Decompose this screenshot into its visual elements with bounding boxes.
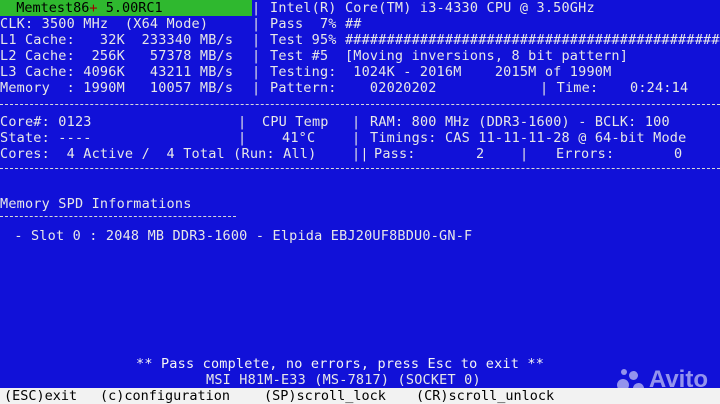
divider <box>0 104 720 105</box>
cpu-temp-label: CPU Temp <box>262 114 329 130</box>
config-key-hint[interactable]: (c)configuration <box>100 388 230 404</box>
core-state: State: ---- <box>0 130 92 146</box>
pass-count: 2 <box>476 146 485 162</box>
column-separator: | <box>352 130 361 146</box>
spd-title-underline <box>0 216 236 217</box>
column-separator: || <box>352 146 369 162</box>
motherboard-info: MSI H81M-E33 (MS-7817) (SOCKET 0) <box>206 372 481 388</box>
clk-line: CLK: 3500 MHz (X64 Mode) <box>0 16 209 32</box>
app-version: 5.00RC1 <box>105 0 163 16</box>
core-number: Core#: 0123 <box>0 114 92 130</box>
key-help-bar: (ESC)exit (c)configuration (SP)scroll_lock… <box>0 388 720 404</box>
scroll-lock-key-hint[interactable]: (SP)scroll_lock <box>264 388 386 404</box>
exit-key-hint[interactable]: (ESC)exit <box>4 388 77 404</box>
time-value: 0:24:14 <box>630 80 689 96</box>
header-separator: | <box>252 0 261 16</box>
ram-info: RAM: 800 MHz (DDR3-1600) - BCLK: 100 <box>370 114 670 130</box>
column-separator: | <box>520 146 529 162</box>
cpu-name: Intel(R) Core(TM) i3-4330 CPU @ 3.50GHz <box>270 0 595 16</box>
test-number: Test #5 [Moving inversions, 8 bit patter… <box>270 48 629 64</box>
column-separator: | <box>238 130 247 146</box>
memtest-screen: Memtest86+ 5.00RC1 | Intel(R) Core(TM) i… <box>0 0 720 404</box>
cores-summary: Cores: 4 Active / 4 Total (Run: All) <box>0 146 317 162</box>
app-brand: Memtest86 <box>16 0 90 16</box>
memory-line: Memory : 1990M 10057 MB/s <box>0 80 234 96</box>
column-separator: | <box>252 80 261 96</box>
errors-count: 0 <box>674 146 683 162</box>
spd-slot-0: - Slot 0 : 2048 MB DDR3-1600 - Elpida EB… <box>6 228 473 244</box>
testing-range: Testing: 1024K - 2016M 2015M of 1990M <box>270 64 612 80</box>
column-separator: | <box>252 16 261 32</box>
column-separator: | <box>252 32 261 48</box>
l2-cache-line: L2 Cache: 256K 57378 MB/s <box>0 48 234 64</box>
spd-title: Memory SPD Informations <box>0 196 192 212</box>
l3-cache-line: L3 Cache: 4096K 43211 MB/s <box>0 64 234 80</box>
app-title-bar: Memtest86+ 5.00RC1 <box>0 0 252 16</box>
l1-cache-line: L1 Cache: 32K 233340 MB/s <box>0 32 234 48</box>
pattern-line: Pattern: 02020202 <box>270 80 437 96</box>
column-separator: | <box>352 114 361 130</box>
divider <box>0 168 720 169</box>
errors-label: Errors: <box>556 146 615 162</box>
pass-label: Pass: <box>374 146 416 162</box>
pass-complete-message: ** Pass complete, no errors, press Esc t… <box>136 356 545 372</box>
test-progress: Test 95% ###############################… <box>270 32 720 48</box>
time-label: | Time: <box>540 80 599 96</box>
scroll-unlock-key-hint[interactable]: (CR)scroll_unlock <box>416 388 554 404</box>
timings-info: Timings: CAS 11-11-11-28 @ 64-bit Mode <box>370 130 687 146</box>
column-separator: | <box>252 64 261 80</box>
column-separator: | <box>252 48 261 64</box>
cpu-temp-value: 41°C <box>282 130 316 146</box>
column-separator: | <box>238 114 247 130</box>
pass-progress: Pass 7% ## <box>270 16 362 32</box>
app-brand-plus: + <box>89 0 98 16</box>
